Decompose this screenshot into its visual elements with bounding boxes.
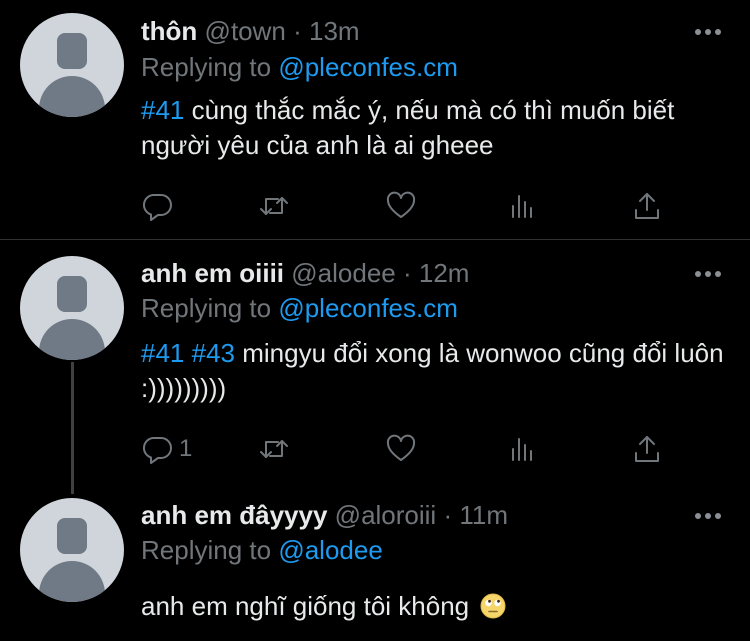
display-name[interactable]: anh em oiiii [141,258,284,288]
avatar[interactable] [20,13,124,117]
heart-icon [386,434,416,461]
hashtag[interactable]: #43 [192,338,235,368]
divider [0,239,750,240]
user-handle[interactable]: @alodee [291,258,395,288]
tweet-header: anh em đâyyyy @aloroiii · 11m [141,500,508,530]
separator: · [285,16,309,46]
avatar[interactable] [20,256,124,360]
avatar-head [57,518,87,554]
separator: · [395,258,419,288]
hashtag[interactable]: #41 [141,338,184,368]
analytics-icon [512,438,532,461]
views-button[interactable] [507,431,539,467]
views-button[interactable] [507,188,539,224]
avatar-shoulders [39,561,105,602]
reply-button[interactable] [141,188,173,224]
display-name[interactable]: anh em đâyyyy [141,500,327,530]
retweet-button[interactable] [258,188,290,224]
reply-to-handle[interactable]: @pleconfes.cm [278,52,458,82]
replying-to-label: Replying to [141,293,279,323]
share-icon [635,193,659,219]
share-button[interactable] [631,431,663,467]
reply-to-handle[interactable]: @pleconfes.cm [278,293,458,323]
tweet-header: anh em oiiii @alodee · 12m [141,258,469,288]
avatar-head [57,33,87,69]
avatar-shoulders [39,76,105,117]
like-button[interactable] [385,431,417,467]
reply-icon [142,194,172,221]
retweet-button[interactable] [258,431,290,467]
replying-to-label: Replying to [141,535,279,565]
display-name[interactable]: thôn [141,16,197,46]
hashtag[interactable]: #41 [141,95,184,125]
replying-to: Replying to @alodee [141,535,383,565]
replying-to: Replying to @pleconfes.cm [141,52,458,82]
heart-icon [386,191,416,218]
tweet-text: #41 cùng thắc mắc ý, nếu mà có thì muốn … [141,93,731,163]
replying-to: Replying to @pleconfes.cm [141,293,458,323]
action-bar [141,188,681,224]
replying-to-label: Replying to [141,52,279,82]
avatar-head [57,276,87,312]
thread-connector-line [71,362,74,494]
more-icon[interactable] [695,271,723,279]
action-bar: 1 [141,431,681,467]
reply-button[interactable]: 1 [141,431,192,467]
timestamp[interactable]: 11m [459,500,508,530]
timestamp[interactable]: 13m [309,16,360,46]
share-icon [635,436,659,462]
tweet-body: cùng thắc mắc ý, nếu mà có thì muốn biết… [141,95,675,160]
more-icon[interactable] [695,513,723,521]
analytics-icon [512,195,532,218]
timestamp[interactable]: 12m [419,258,470,288]
user-handle[interactable]: @town [205,16,286,46]
rolling-eyes-emoji [480,593,506,619]
tweet-header: thôn @town · 13m [141,16,360,46]
avatar-shoulders [39,319,105,360]
like-button[interactable] [385,188,417,224]
reply-icon [142,437,172,464]
reply-to-handle[interactable]: @alodee [278,535,382,565]
reply-count: 1 [179,435,193,462]
tweet-text: #41 #43 mingyu đổi xong là wonwoo cũng đ… [141,336,731,406]
separator: · [436,500,460,530]
share-button[interactable] [631,188,663,224]
more-icon[interactable] [695,29,723,37]
retweet-icon [260,197,288,215]
avatar[interactable] [20,498,124,602]
retweet-icon [260,440,288,458]
tweet-text: anh em nghĩ giống tôi không [141,589,731,624]
tweet-body: anh em nghĩ giống tôi không [141,591,470,621]
user-handle[interactable]: @aloroiii [335,500,437,530]
